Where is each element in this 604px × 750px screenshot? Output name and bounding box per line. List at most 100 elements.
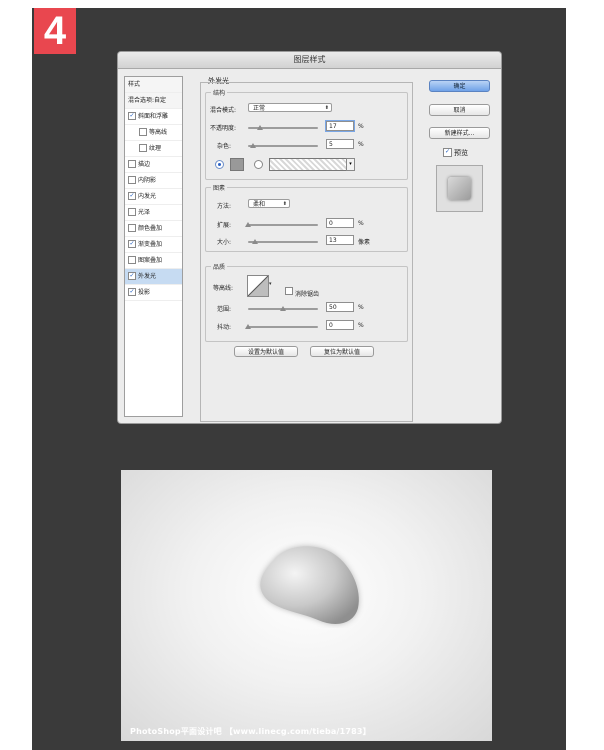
style-list-item[interactable]: ✓ 斜面和浮雕 bbox=[125, 109, 182, 125]
unchecked-checkbox-icon[interactable] bbox=[128, 223, 136, 232]
range-input[interactable]: 50 bbox=[326, 302, 354, 312]
style-list-item[interactable]: ✓ 内发光 bbox=[125, 189, 182, 205]
style-list-item[interactable]: ✓ 投影 bbox=[125, 285, 182, 301]
spread-label: 扩展: bbox=[217, 222, 232, 229]
ok-button[interactable]: 确定 bbox=[429, 80, 490, 92]
solid-color-radio[interactable] bbox=[215, 160, 224, 169]
jitter-input[interactable]: 0 bbox=[326, 320, 354, 330]
style-list-item-label: 投影 bbox=[138, 289, 151, 296]
glow-gradient-picker[interactable] bbox=[269, 158, 347, 171]
new-style-button[interactable]: 新建样式... bbox=[429, 127, 490, 139]
range-unit: % bbox=[358, 304, 364, 311]
opacity-input[interactable]: 17 bbox=[326, 121, 354, 131]
style-list-item[interactable]: 颜色叠加 bbox=[125, 221, 182, 237]
noise-label: 杂色: bbox=[217, 143, 232, 150]
style-list-item-label: 渐变叠加 bbox=[138, 241, 163, 248]
preview-check-icon[interactable]: ✓ bbox=[443, 147, 452, 157]
watermark-text: PhotoShop平面设计吧 【www.linecg.com/tieba/178… bbox=[130, 727, 371, 736]
size-slider[interactable] bbox=[248, 241, 318, 243]
styles-list: 样式 混合选项:自定 ✓ 斜面和浮雕 等高线 纹理 描边 内阴影 ✓ 内发光 光泽 颜色叠加 ✓ 渐变叠加… bbox=[124, 76, 183, 417]
reset-to-default-button[interactable]: 复位为默认值 bbox=[310, 346, 374, 357]
blend-mode-select[interactable]: 正常 ⬍ bbox=[248, 103, 332, 112]
spread-input[interactable]: 0 bbox=[326, 218, 354, 228]
spread-slider[interactable] bbox=[248, 224, 318, 226]
style-list-item-label: 颜色叠加 bbox=[138, 225, 163, 232]
unchecked-checkbox-icon[interactable] bbox=[128, 255, 136, 264]
size-unit: 像素 bbox=[358, 239, 371, 246]
checked-checkbox-icon[interactable]: ✓ bbox=[128, 239, 136, 248]
style-list-item[interactable]: 纹理 bbox=[125, 141, 182, 157]
result-preview-image bbox=[121, 470, 492, 741]
pebble-shape bbox=[260, 546, 359, 624]
style-list-item[interactable]: 描边 bbox=[125, 157, 182, 173]
style-list-item-label: 样式 bbox=[128, 81, 141, 88]
contour-picker[interactable] bbox=[247, 275, 269, 297]
style-list-item[interactable]: 等高线 bbox=[125, 125, 182, 141]
elements-title: 图素 bbox=[211, 183, 228, 192]
checked-checkbox-icon[interactable]: ✓ bbox=[128, 111, 136, 120]
layer-style-dialog: 图层样式 样式 混合选项:自定 ✓ 斜面和浮雕 等高线 纹理 描边 内阴影 ✓ 内发光 光泽 颜色叠加… bbox=[118, 52, 501, 423]
anti-alias-checkbox-box[interactable] bbox=[285, 286, 293, 295]
style-preview-thumbnail bbox=[436, 165, 483, 212]
jitter-slider-thumb[interactable] bbox=[245, 324, 251, 329]
structure-title: 结构 bbox=[211, 88, 228, 97]
checked-checkbox-icon[interactable]: ✓ bbox=[128, 191, 136, 200]
jitter-label: 抖动: bbox=[217, 324, 232, 331]
spread-unit: % bbox=[358, 220, 364, 227]
range-slider-thumb[interactable] bbox=[280, 306, 286, 311]
jitter-slider[interactable] bbox=[248, 326, 318, 328]
noise-slider-thumb[interactable] bbox=[250, 143, 256, 148]
style-list-item[interactable]: 图案叠加 bbox=[125, 253, 182, 269]
style-list-item[interactable]: 样式 bbox=[125, 77, 182, 93]
linear-contour-icon bbox=[247, 275, 269, 297]
checked-checkbox-icon[interactable]: ✓ bbox=[128, 287, 136, 296]
quality-group bbox=[205, 266, 408, 342]
technique-select[interactable]: 柔和 ⬍ bbox=[248, 199, 290, 208]
preview-swatch bbox=[448, 177, 471, 200]
contour-label: 等高线: bbox=[213, 285, 234, 292]
step-number-badge: 4 bbox=[34, 8, 76, 54]
unchecked-checkbox-icon[interactable] bbox=[139, 127, 147, 136]
unchecked-checkbox-icon[interactable] bbox=[128, 159, 136, 168]
technique-label: 方法: bbox=[217, 203, 232, 210]
preview-label: 预览 bbox=[454, 149, 468, 157]
checked-checkbox-icon[interactable]: ✓ bbox=[128, 271, 136, 280]
noise-slider[interactable] bbox=[248, 145, 318, 147]
style-list-item[interactable]: ✓ 渐变叠加 bbox=[125, 237, 182, 253]
style-list-item-label: 等高线 bbox=[149, 129, 168, 136]
style-list-item-label: 外发光 bbox=[138, 273, 157, 280]
style-list-item-label: 内发光 bbox=[138, 193, 157, 200]
style-list-item[interactable]: 内阴影 bbox=[125, 173, 182, 189]
technique-value: 柔和 bbox=[253, 201, 266, 208]
size-slider-thumb[interactable] bbox=[252, 239, 258, 244]
contour-dropdown-arrow-icon[interactable]: ▾ bbox=[269, 281, 272, 287]
style-list-item-label: 图案叠加 bbox=[138, 257, 163, 264]
unchecked-checkbox-icon[interactable] bbox=[128, 175, 136, 184]
select-arrows-icon: ⬍ bbox=[324, 105, 329, 111]
style-list-item-label: 内阴影 bbox=[138, 177, 157, 184]
anti-alias-checkbox[interactable]: 消除锯齿 bbox=[285, 281, 319, 300]
gradient-radio[interactable] bbox=[254, 160, 263, 169]
unchecked-checkbox-icon[interactable] bbox=[139, 143, 147, 152]
glow-color-swatch[interactable] bbox=[230, 158, 244, 171]
style-list-item-label: 混合选项:自定 bbox=[128, 97, 167, 104]
style-list-item-label: 纹理 bbox=[149, 145, 162, 152]
style-list-item[interactable]: 光泽 bbox=[125, 205, 182, 221]
opacity-slider-thumb[interactable] bbox=[257, 125, 263, 130]
make-default-button[interactable]: 设置为默认值 bbox=[234, 346, 298, 357]
cancel-button[interactable]: 取消 bbox=[429, 104, 490, 116]
preview-checkbox[interactable]: ✓ 预览 bbox=[443, 147, 468, 158]
style-list-item[interactable]: 混合选项:自定 bbox=[125, 93, 182, 109]
style-list-item-label: 斜面和浮雕 bbox=[138, 113, 169, 120]
noise-input[interactable]: 5 bbox=[326, 139, 354, 149]
style-list-item[interactable]: ✓ 外发光 bbox=[125, 269, 182, 285]
jitter-unit: % bbox=[358, 322, 364, 329]
opacity-unit: % bbox=[358, 123, 364, 130]
size-input[interactable]: 13 bbox=[326, 235, 354, 245]
radio-dot-icon bbox=[218, 163, 221, 166]
unchecked-checkbox-icon[interactable] bbox=[128, 207, 136, 216]
gradient-dropdown-arrow-icon[interactable]: ▾ bbox=[346, 158, 355, 171]
range-label: 范围: bbox=[217, 306, 232, 313]
anti-alias-label: 消除锯齿 bbox=[295, 291, 320, 298]
spread-slider-thumb[interactable] bbox=[245, 222, 251, 227]
